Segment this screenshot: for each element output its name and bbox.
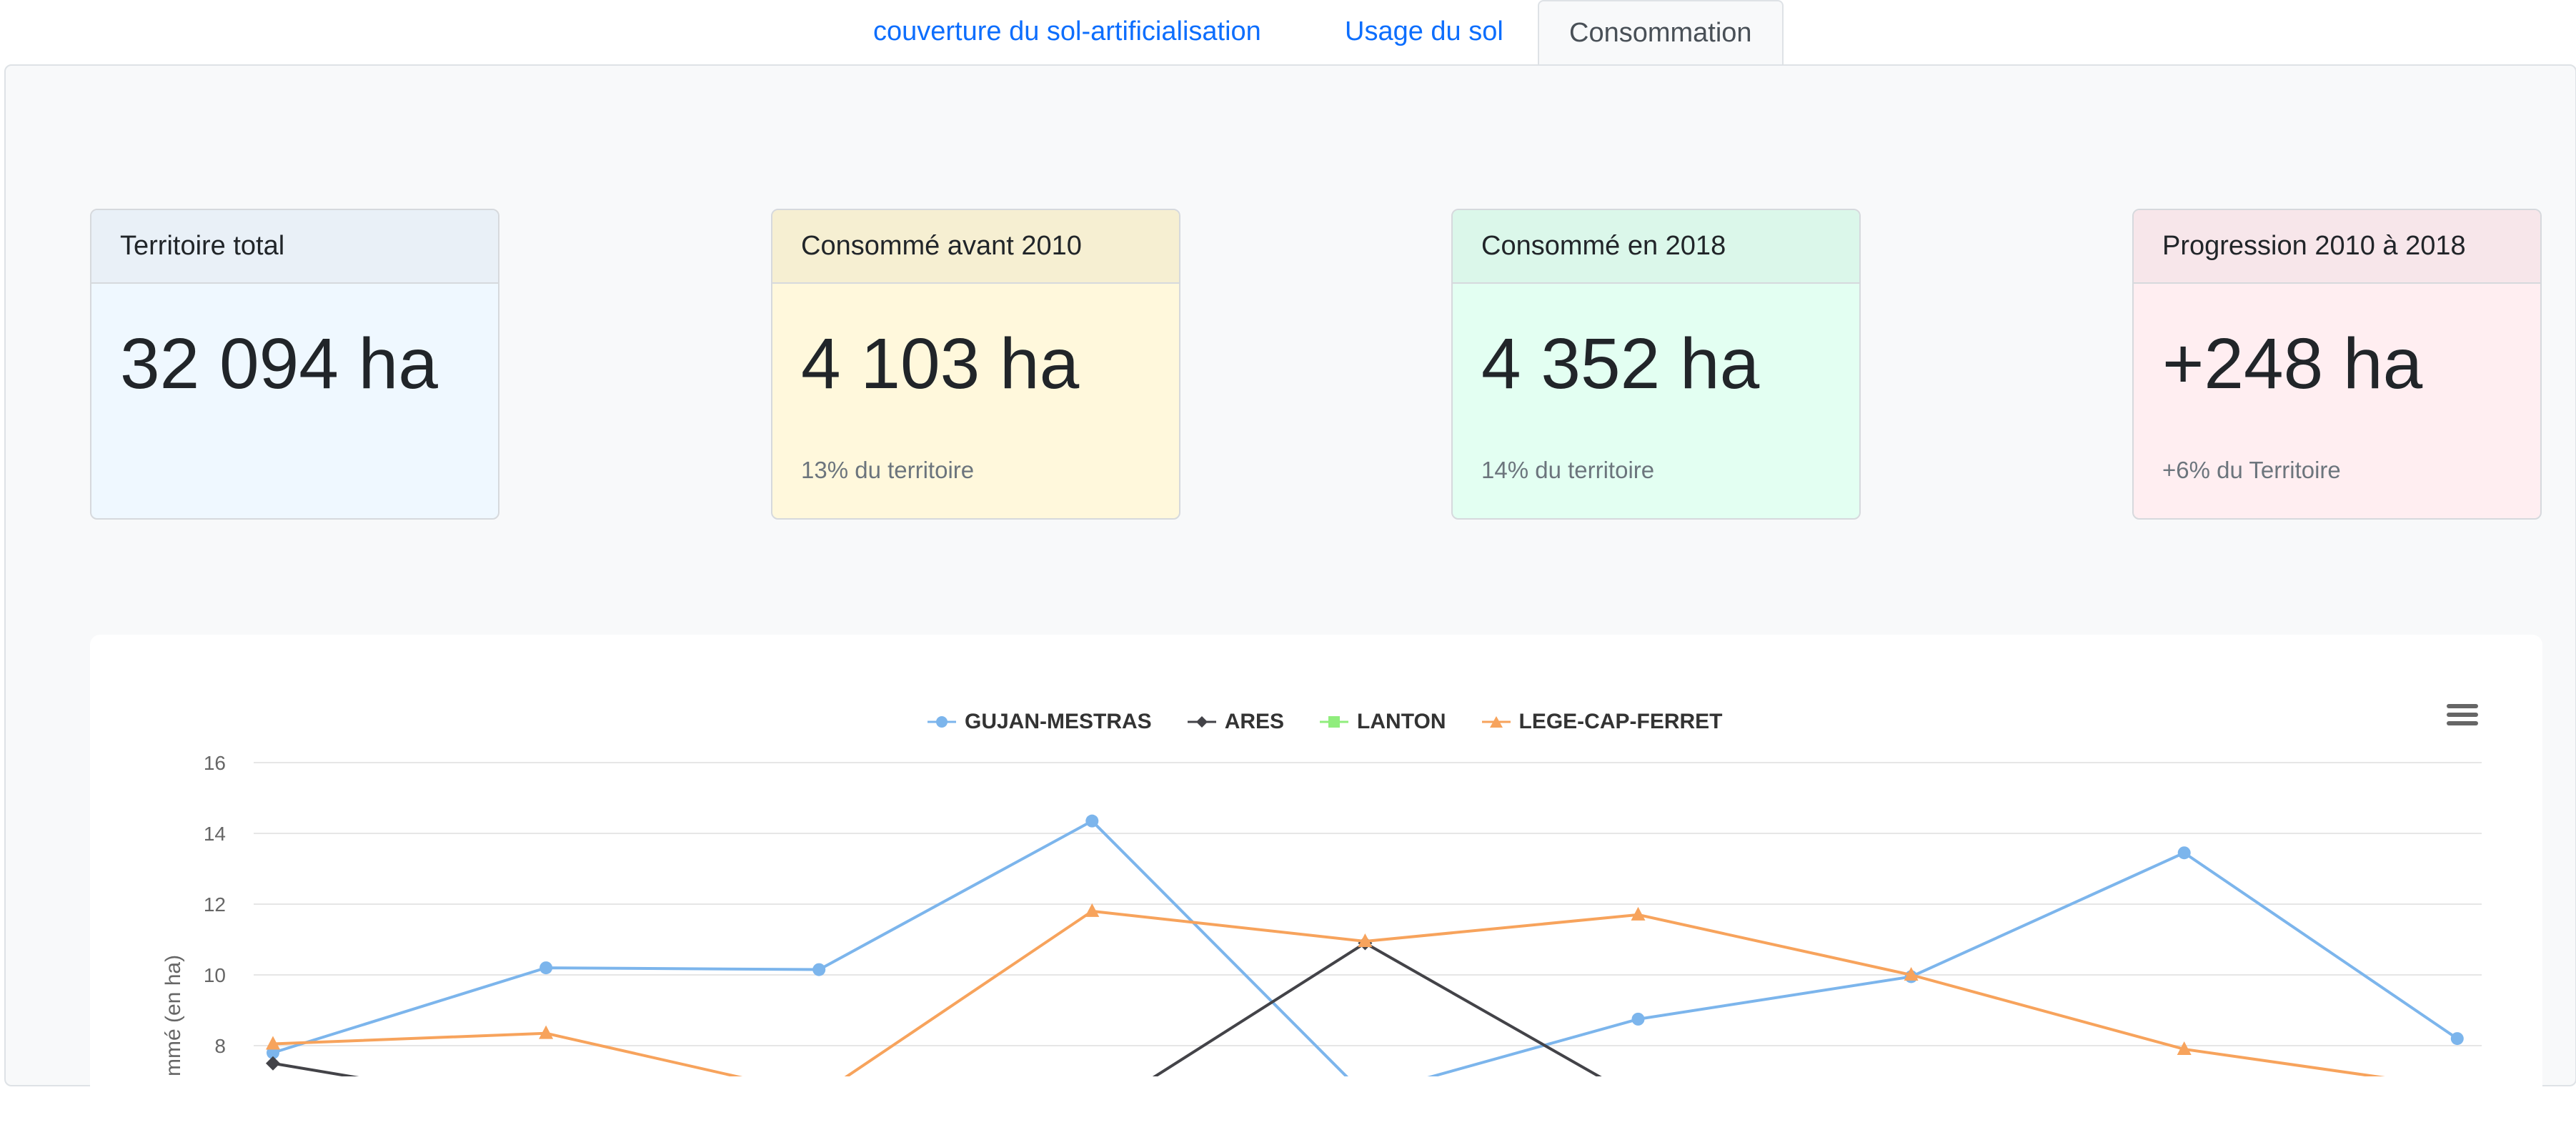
legend-square-marker-icon xyxy=(1320,716,1349,728)
y-tick-label: 14 xyxy=(204,823,226,845)
data-point-circle xyxy=(1085,814,1099,828)
legend-label: GUJAN-MESTRAS xyxy=(965,710,1152,733)
data-point-triangle xyxy=(1085,903,1100,917)
data-point-circle xyxy=(2450,1032,2464,1046)
legend-circle-marker-icon xyxy=(928,716,956,728)
legend-triangle-marker-icon xyxy=(1481,716,1511,728)
legend-item-ares[interactable]: ARES xyxy=(1187,710,1285,734)
y-tick-label: 12 xyxy=(204,893,226,916)
legend-diamond-marker-icon xyxy=(1187,716,1216,728)
series-line-ares xyxy=(272,941,1602,1076)
data-point-diamond xyxy=(266,1056,280,1071)
chart-menu-hamburger-icon[interactable] xyxy=(2447,704,2478,730)
consommation-line-chart: 8 10 12 14 16 mmé (en ha) xyxy=(161,752,2482,1076)
data-point-circle xyxy=(539,961,553,975)
y-tick-label: 10 xyxy=(204,964,226,986)
legend-item-lege-cap-ferret[interactable]: LEGE-CAP-FERRET xyxy=(1481,710,1723,734)
legend-label: LEGE-CAP-FERRET xyxy=(1518,710,1723,733)
data-point-circle xyxy=(812,963,826,976)
legend-item-gujan-mestras[interactable]: GUJAN-MESTRAS xyxy=(928,710,1152,734)
y-tick-label: 8 xyxy=(214,1035,226,1057)
legend-item-lanton[interactable]: LANTON xyxy=(1320,710,1446,734)
y-tick-label: 16 xyxy=(204,752,226,774)
y-axis-label: mmé (en ha) xyxy=(161,955,185,1076)
data-point-triangle xyxy=(1631,906,1646,921)
legend-label: LANTON xyxy=(1357,710,1446,733)
data-point-circle xyxy=(2177,846,2191,860)
legend-label: ARES xyxy=(1224,710,1285,733)
chart-legend: GUJAN-MESTRAS ARES LANTON LEGE-CAP-FERRE… xyxy=(928,708,1723,736)
data-point-circle xyxy=(1631,1012,1645,1026)
